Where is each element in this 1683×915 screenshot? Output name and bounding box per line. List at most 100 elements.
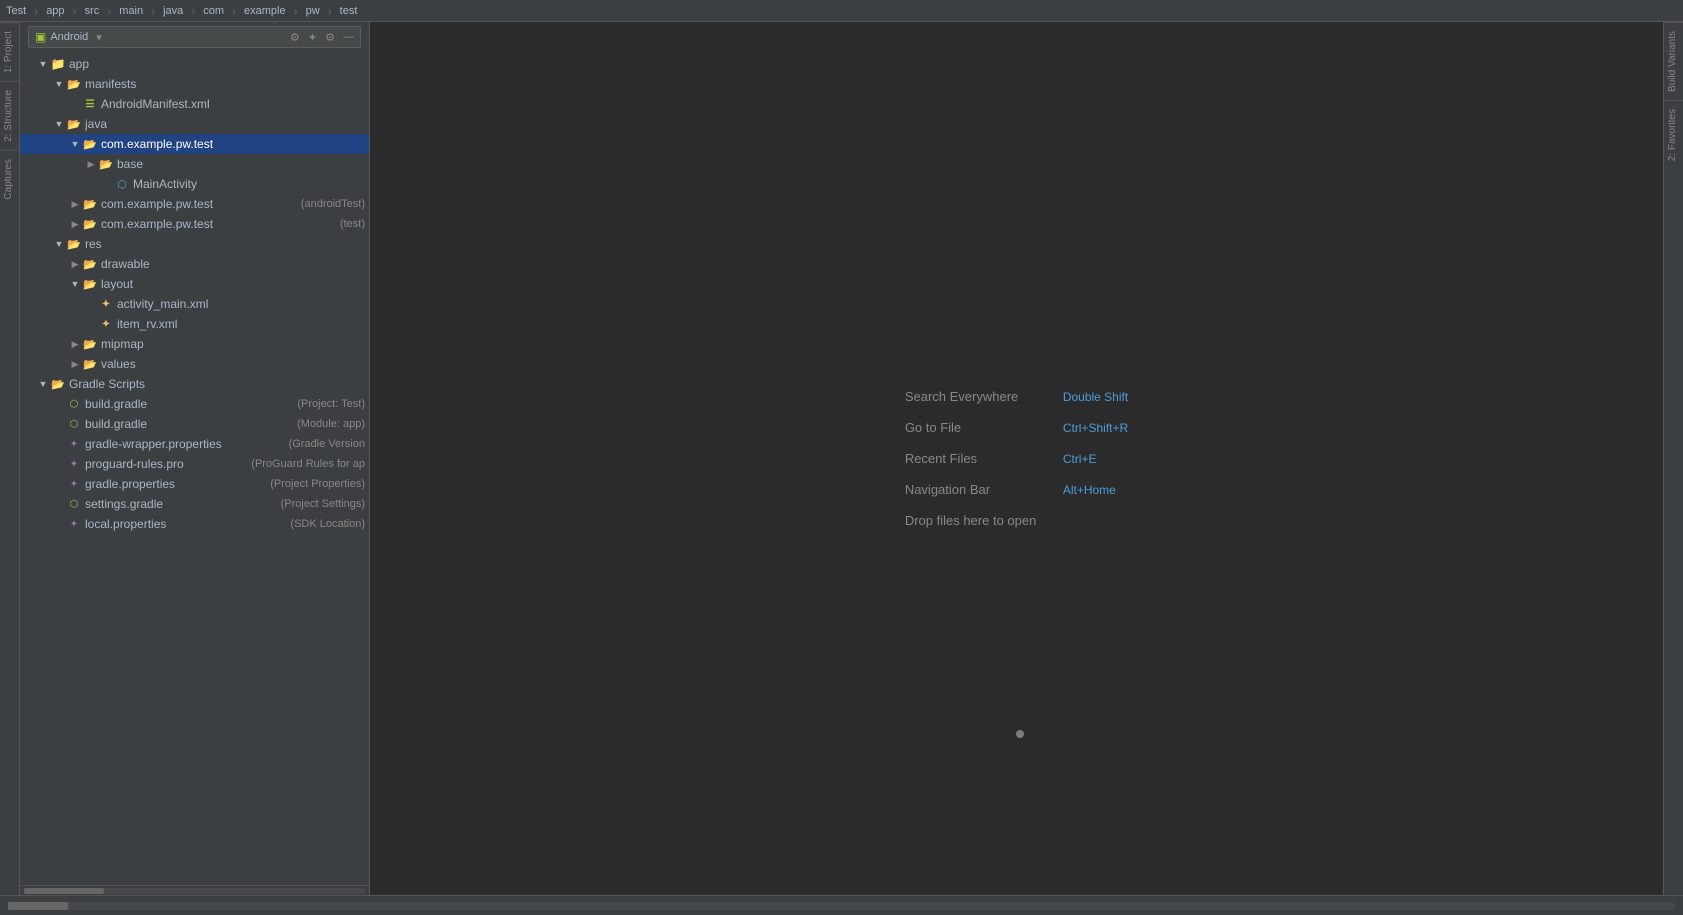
hint-row-search: Search Everywhere Double Shift [905, 389, 1128, 404]
hint-shortcut-recent: Ctrl+E [1063, 452, 1097, 466]
tree-label-local-properties: local.properties [85, 517, 286, 531]
tree-item-build-gradle-project[interactable]: ⬡ build.gradle (Project: Test) [20, 394, 369, 414]
side-label-structure[interactable]: 2: Structure [0, 81, 19, 150]
arrow-app: ▼ [36, 57, 50, 71]
tree-item-app[interactable]: ▼ 📁 app [20, 54, 369, 74]
tree-item-mainactivity[interactable]: ⬡ MainActivity [20, 174, 369, 194]
arrow-local-properties [52, 517, 66, 531]
tree-item-mipmap[interactable]: ▶ 📂 mipmap [20, 334, 369, 354]
tree-item-proguard[interactable]: ✦ proguard-rules.pro (ProGuard Rules for… [20, 454, 369, 474]
folder-icon-base: 📂 [98, 156, 114, 172]
bottom-scrollbar[interactable] [8, 902, 1675, 910]
hint-label-navbar: Navigation Bar [905, 482, 1055, 497]
gradle-icon-settings: ⬡ [66, 496, 82, 512]
breadcrumb-com[interactable]: com [203, 5, 224, 17]
arrow-gradle-scripts: ▼ [36, 377, 50, 391]
tree-label-package-main: com.example.pw.test [101, 137, 365, 151]
breadcrumb-bar: Test › app › src › main › java › com › e… [0, 0, 1683, 22]
breadcrumb-example[interactable]: example [244, 5, 286, 17]
arrow-res: ▼ [52, 237, 66, 251]
gradle-scripts-icon: 📂 [50, 376, 66, 392]
tree-label-item-rv-xml: item_rv.xml [117, 317, 365, 331]
xml-icon-activity-main: ✦ [98, 296, 114, 312]
breadcrumb-test[interactable]: Test [6, 5, 26, 17]
right-label-build-variants[interactable]: Build Variants [1664, 22, 1683, 100]
arrow-proguard [52, 457, 66, 471]
folder-icon-package-main: 📂 [82, 136, 98, 152]
hint-shortcut-navbar: Alt+Home [1063, 483, 1116, 497]
tree-label-activity-main-xml: activity_main.xml [117, 297, 365, 311]
properties-icon-gradle-properties: ✦ [66, 476, 82, 492]
breadcrumb-src[interactable]: src [85, 5, 100, 17]
tree-item-base[interactable]: ▶ 📂 base [20, 154, 369, 174]
tree-label-build-gradle-module: build.gradle [85, 417, 293, 431]
panel-action-gear[interactable]: ⚙ [325, 31, 335, 44]
tree-item-values[interactable]: ▶ 📂 values [20, 354, 369, 374]
tree-item-androidmanifest[interactable]: ☰ AndroidManifest.xml [20, 94, 369, 114]
breadcrumb-pw[interactable]: pw [306, 5, 320, 17]
arrow-drawable: ▶ [68, 257, 82, 271]
arrow-androidmanifest [68, 97, 82, 111]
folder-icon-drawable: 📂 [82, 256, 98, 272]
tree-item-layout[interactable]: ▼ 📂 layout [20, 274, 369, 294]
project-panel: ▣ Android ▾ ⚙ ✦ ⚙ — ▼ 📁 app ▼ 📂 [20, 22, 370, 895]
horizontal-scrollbar[interactable] [20, 885, 369, 895]
arrow-settings-gradle [52, 497, 66, 511]
arrow-mainactivity [100, 177, 114, 191]
tree-item-res[interactable]: ▼ 📂 res [20, 234, 369, 254]
tree-label-package-test: com.example.pw.test [101, 217, 336, 231]
tree-item-gradle-wrapper[interactable]: ✦ gradle-wrapper.properties (Gradle Vers… [20, 434, 369, 454]
tree-item-gradle-properties[interactable]: ✦ gradle.properties (Project Properties) [20, 474, 369, 494]
tree-item-drawable[interactable]: ▶ 📂 drawable [20, 254, 369, 274]
folder-icon-package-test: 📂 [82, 216, 98, 232]
hint-shortcut-goto: Ctrl+Shift+R [1063, 421, 1128, 435]
side-panels-left: 1: Project 2: Structure Captures [0, 22, 20, 895]
tree-item-package-main[interactable]: ▼ 📂 com.example.pw.test [20, 134, 369, 154]
folder-icon-values: 📂 [82, 356, 98, 372]
arrow-manifests: ▼ [52, 77, 66, 91]
tree-item-manifests[interactable]: ▼ 📂 manifests [20, 74, 369, 94]
side-label-project[interactable]: 1: Project [0, 22, 19, 81]
tree-item-local-properties[interactable]: ✦ local.properties (SDK Location) [20, 514, 369, 534]
arrow-package-test: ▶ [68, 217, 82, 231]
gradle-icon-build-module: ⬡ [66, 416, 82, 432]
tree-label-res: res [85, 237, 365, 251]
tree-item-package-test[interactable]: ▶ 📂 com.example.pw.test (test) [20, 214, 369, 234]
tree-item-item-rv-xml[interactable]: ✦ item_rv.xml [20, 314, 369, 334]
tree-label-build-gradle-project: build.gradle [85, 397, 293, 411]
arrow-build-gradle-module [52, 417, 66, 431]
breadcrumb-test2[interactable]: test [340, 5, 358, 17]
tree-label-layout: layout [101, 277, 365, 291]
hint-row-drop: Drop files here to open [905, 513, 1037, 528]
android-selector[interactable]: ▣ Android ▾ ⚙ ✦ ⚙ — [28, 26, 361, 48]
tree-item-package-androidtest[interactable]: ▶ 📂 com.example.pw.test (androidTest) [20, 194, 369, 214]
panel-action-collapse[interactable]: — [343, 31, 354, 43]
hint-label-search: Search Everywhere [905, 389, 1055, 404]
hint-row-goto: Go to File Ctrl+Shift+R [905, 420, 1128, 435]
tree-item-java[interactable]: ▼ 📂 java [20, 114, 369, 134]
tree-label-gradle-wrapper: gradle-wrapper.properties [85, 437, 285, 451]
breadcrumb-app[interactable]: app [46, 5, 64, 17]
cursor-indicator [1018, 726, 1022, 742]
arrow-package-androidtest: ▶ [68, 197, 82, 211]
panel-action-star[interactable]: ✦ [308, 31, 317, 44]
tree-label-settings-gradle: settings.gradle [85, 497, 277, 511]
breadcrumb-java[interactable]: java [163, 5, 183, 17]
breadcrumb-main[interactable]: main [119, 5, 143, 17]
bottom-scrollbar-thumb[interactable] [8, 902, 68, 910]
panel-action-sync[interactable]: ⚙ [290, 31, 300, 44]
tree-label-secondary-androidtest: (androidTest) [301, 198, 365, 210]
tree-label-secondary-gradle-wrapper: (Gradle Version [289, 438, 365, 450]
right-label-favorites[interactable]: 2: Favorites [1664, 100, 1683, 169]
arrow-package-main: ▼ [68, 137, 82, 151]
tree-item-build-gradle-module[interactable]: ⬡ build.gradle (Module: app) [20, 414, 369, 434]
folder-icon-package-androidtest: 📂 [82, 196, 98, 212]
tree-item-settings-gradle[interactable]: ⬡ settings.gradle (Project Settings) [20, 494, 369, 514]
tree-label-proguard: proguard-rules.pro [85, 457, 247, 471]
side-label-captures[interactable]: Captures [0, 150, 19, 208]
arrow-base: ▶ [84, 157, 98, 171]
tree-item-gradle-scripts[interactable]: ▼ 📂 Gradle Scripts [20, 374, 369, 394]
tree-item-activity-main-xml[interactable]: ✦ activity_main.xml [20, 294, 369, 314]
activity-icon-mainactivity: ⬡ [114, 176, 130, 192]
editor-hints: Search Everywhere Double Shift Go to Fil… [905, 389, 1128, 528]
